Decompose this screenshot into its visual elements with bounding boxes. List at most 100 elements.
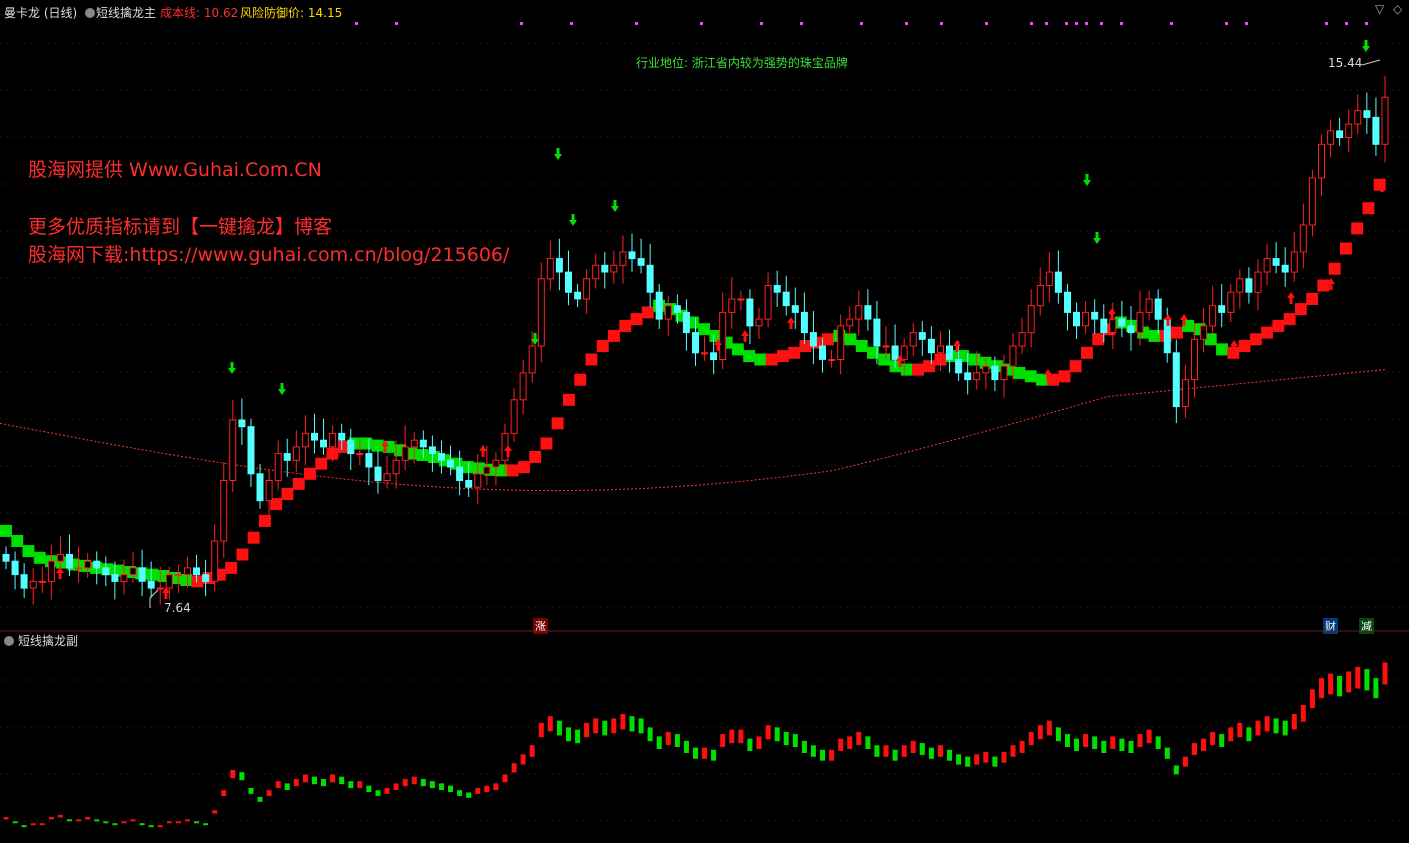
sub-bar: [702, 747, 708, 759]
candle-body: [1036, 285, 1044, 307]
sub-bar: [1309, 689, 1315, 708]
down-arrow-icon: [611, 200, 619, 212]
candle-body: [129, 567, 137, 576]
candle-body: [592, 264, 600, 280]
sub-bar: [21, 825, 27, 828]
signal-dot: [1120, 22, 1123, 25]
sub-bar: [302, 774, 308, 783]
sub-bar: [838, 738, 844, 751]
sub-bar: [1155, 736, 1161, 749]
support-segment: [731, 343, 744, 356]
up-arrow-icon: [479, 445, 487, 457]
candle-body: [193, 567, 200, 576]
sub-bar: [1291, 714, 1297, 730]
sub-bar: [393, 783, 399, 790]
support-segment: [1261, 326, 1273, 339]
sub-bar: [656, 736, 662, 749]
support-segment: [574, 373, 587, 386]
candle-body: [283, 453, 291, 461]
sub-bar: [257, 796, 263, 802]
sub-bar: [1092, 736, 1098, 749]
candle-body: [56, 554, 64, 562]
sub-bar: [48, 817, 54, 820]
down-arrow-icon: [569, 214, 577, 226]
sub-bar: [910, 740, 916, 753]
sub-bar: [602, 720, 608, 736]
sub-bar: [1228, 727, 1234, 742]
support-segment: [0, 524, 12, 537]
candle-body: [610, 264, 618, 273]
sub-bar: [1382, 662, 1388, 685]
sub-bar: [1055, 727, 1061, 742]
candle-body: [183, 567, 191, 576]
sub-bar: [520, 754, 526, 765]
down-arrow-icon: [1362, 40, 1370, 52]
price-chart[interactable]: [0, 0, 1409, 843]
support-segment: [923, 360, 936, 373]
sub-bar: [1019, 740, 1025, 753]
sub-bar: [883, 745, 889, 757]
candle-body: [1318, 143, 1325, 179]
candle-body: [47, 560, 55, 582]
sub-bar: [502, 774, 508, 783]
signal-dot: [1345, 22, 1348, 25]
candle-body: [837, 325, 845, 360]
sub-bar: [829, 749, 835, 761]
sub-bar: [947, 749, 952, 761]
support-segment: [180, 574, 193, 586]
support-segment: [641, 306, 654, 319]
candle-body: [1064, 291, 1071, 313]
candle-body: [565, 271, 572, 293]
candle-body: [864, 305, 872, 320]
candle-body: [692, 332, 699, 354]
sub-bar: [974, 754, 980, 765]
candle-body: [1345, 123, 1353, 138]
support-segment: [461, 461, 474, 474]
candle-body: [1308, 177, 1316, 226]
sub-bar: [221, 790, 227, 796]
sub-bar: [366, 785, 372, 792]
sub-bar: [865, 736, 871, 749]
sub-bar: [1264, 716, 1270, 732]
support-segment: [1317, 279, 1330, 292]
sub-bar: [1210, 731, 1216, 746]
candle-body: [156, 587, 164, 590]
sub-bar: [983, 752, 989, 763]
support-segment: [225, 561, 238, 574]
support-segment: [281, 488, 294, 500]
sub-bar: [665, 731, 671, 746]
sub-bar: [112, 823, 118, 826]
candle-body: [1218, 305, 1226, 313]
candle-body: [1227, 291, 1235, 313]
sub-bar: [1319, 678, 1324, 699]
sub-bar: [1037, 725, 1043, 740]
signal-dot: [760, 22, 763, 25]
candle-body: [737, 298, 745, 301]
candle-body: [84, 560, 92, 569]
signal-dot: [1075, 22, 1078, 25]
support-segment: [1058, 370, 1071, 383]
support-segment: [191, 575, 204, 588]
up-arrow-icon: [1287, 292, 1295, 304]
sub-bar: [556, 720, 562, 736]
candle-body: [138, 567, 146, 582]
sub-bar: [312, 776, 317, 785]
signal-dot: [700, 22, 703, 25]
candle-body: [147, 580, 155, 589]
candle-body: [891, 345, 899, 360]
sub-bar: [1046, 720, 1052, 736]
sub-bar: [1101, 740, 1107, 753]
sub-bar: [938, 745, 943, 757]
candle-body: [1045, 271, 1053, 287]
sub-bar: [1173, 765, 1179, 775]
sub-bar: [194, 821, 199, 824]
sub-bar: [85, 817, 91, 820]
sub-bar: [1328, 673, 1334, 695]
sub-bar: [293, 779, 299, 787]
sub-bar: [448, 785, 453, 792]
sub-bar: [674, 734, 680, 747]
sub-bar: [321, 779, 326, 787]
sub-bar: [284, 783, 290, 790]
candle-body: [546, 258, 554, 280]
candle-body: [555, 258, 563, 273]
